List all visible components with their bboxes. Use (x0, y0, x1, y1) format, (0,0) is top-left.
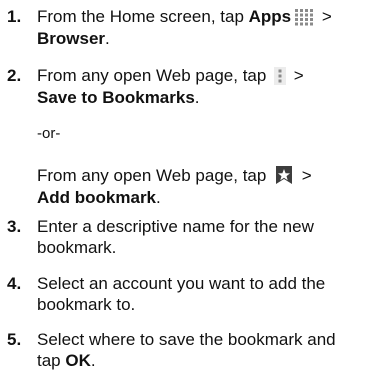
step-4: 4. Select an account you want to add the… (0, 273, 387, 317)
bookmark-star-icon (274, 165, 294, 190)
step-3: 3. Enter a descriptive name for the new … (0, 216, 387, 260)
step-text: From any open Web page, tap > Save to Bo… (37, 66, 304, 107)
step-1: 1. From the Home screen, tap Apps > Brow… (0, 6, 387, 50)
step-2: 2. From any open Web page, tap > Save to… (0, 65, 387, 109)
step-text: Select an account you want to add the bo… (37, 274, 326, 314)
step-2-alternative: From any open Web page, tap > Add bookma… (0, 165, 387, 209)
step-5: 5. Select where to save the bookmark and… (0, 329, 387, 373)
or-separator: -or- (37, 125, 61, 142)
step-text: Enter a descriptive name for the new boo… (37, 217, 314, 257)
step-text: Select where to save the bookmark and ta… (37, 330, 336, 370)
step-number: 5. (7, 330, 22, 349)
step-number: 4. (7, 274, 22, 293)
step-number: 2. (7, 66, 22, 85)
step-text: From any open Web page, tap > Add bookma… (37, 165, 312, 207)
step-number: 3. (7, 217, 22, 236)
overflow-menu-icon (274, 67, 287, 90)
step-text: From the Home screen, tap Apps > Browser… (37, 7, 332, 48)
apps-grid-icon (294, 8, 314, 31)
step-number: 1. (7, 7, 22, 26)
